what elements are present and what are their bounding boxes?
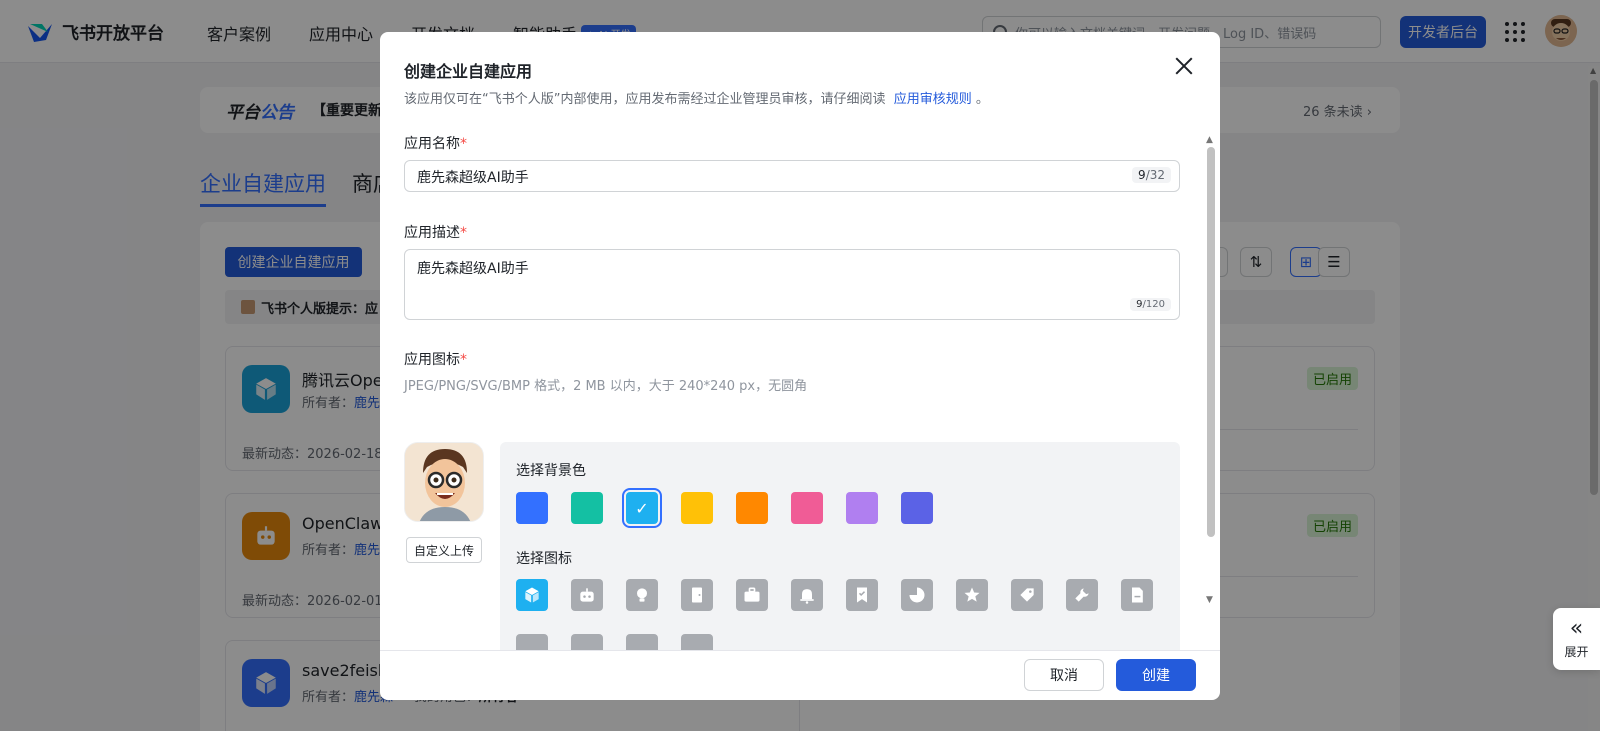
app-icon-label: 应用图标* — [404, 349, 467, 369]
app-desc-max: /120 — [1142, 299, 1165, 310]
create-app-dialog: 创建企业自建应用 该应用仅可在“飞书个人版”内部使用，应用发布需经过企业管理员审… — [380, 32, 1220, 700]
dialog-body: 应用名称* 鹿先森超级AI助手 9/32 应用描述* 鹿先森超级AI助手 9/1… — [380, 127, 1220, 650]
info-icon[interactable] — [681, 634, 713, 650]
wrench-icon[interactable] — [1066, 579, 1098, 611]
app-name-input[interactable]: 鹿先森超级AI助手 9/32 — [404, 160, 1180, 192]
subtitle-end: 。 — [975, 92, 989, 107]
custom-upload-button[interactable]: 自定义上传 — [406, 537, 482, 563]
door-icon[interactable] — [681, 579, 713, 611]
required-mark: * — [460, 352, 467, 368]
cube-icon[interactable] — [516, 579, 548, 611]
app-icon-preview — [404, 442, 484, 522]
app-desc-label-text: 应用描述 — [404, 225, 460, 241]
app-name-label-text: 应用名称 — [404, 136, 460, 152]
user-group-icon[interactable] — [626, 634, 658, 650]
app-icon-label-text: 应用图标 — [404, 352, 460, 368]
robot-icon[interactable] — [571, 579, 603, 611]
bg-color-swatch[interactable] — [736, 492, 768, 524]
expand-side-panel-button[interactable]: « 展开 — [1553, 608, 1600, 670]
dialog-subtitle: 该应用仅可在“飞书个人版”内部使用，应用发布需经过企业管理员审核，请仔细阅读 应… — [404, 88, 989, 107]
bg-color-swatch[interactable] — [681, 492, 713, 524]
cancel-button[interactable]: 取消 — [1024, 659, 1104, 691]
dialog-scrollbar[interactable]: ▲ ▼ — [1206, 135, 1216, 605]
scroll-up-icon[interactable]: ▲ — [1206, 135, 1213, 145]
bg-color-swatch[interactable] — [791, 492, 823, 524]
dialog-footer: 取消 创建 — [380, 650, 1220, 700]
star-icon[interactable] — [956, 579, 988, 611]
bell-icon[interactable] — [791, 579, 823, 611]
dialog-title: 创建企业自建应用 — [404, 62, 533, 81]
bg-color-swatch-selected[interactable]: ✓ — [622, 488, 662, 528]
double-chevron-left-icon: « — [1569, 615, 1584, 641]
icon-picker-panel: 选择背景色 ✓ 选择图标 — [500, 442, 1180, 650]
monitor-icon[interactable] — [571, 634, 603, 650]
required-mark: * — [460, 136, 467, 152]
bg-color-swatch[interactable] — [571, 492, 603, 524]
scroll-down-icon[interactable]: ▼ — [1206, 595, 1213, 605]
bg-color-swatch[interactable] — [846, 492, 878, 524]
app-desc-value: 鹿先森超级AI助手 — [417, 261, 529, 277]
bg-color-swatch[interactable] — [516, 492, 548, 524]
icon-select-label: 选择图标 — [516, 551, 572, 567]
hexagon-icon[interactable] — [516, 634, 548, 650]
app-name-value: 鹿先森超级AI助手 — [417, 170, 529, 186]
app-name-counter: 9/32 — [1132, 167, 1171, 183]
app-icon-hint: JPEG/PNG/SVG/BMP 格式，2 MB 以内，大于 240*240 p… — [404, 379, 808, 394]
subtitle-text: 该应用仅可在“飞书个人版”内部使用，应用发布需经过企业管理员审核，请仔细阅读 — [404, 92, 886, 107]
app-desc-textarea[interactable]: 鹿先森超级AI助手 9/120 — [404, 249, 1180, 320]
review-rules-link[interactable]: 应用审核规则 — [894, 92, 972, 107]
bulb-icon[interactable] — [626, 579, 658, 611]
close-icon[interactable] — [1172, 54, 1196, 78]
bg-color-swatch[interactable] — [901, 492, 933, 524]
dialog-scrollbar-thumb[interactable] — [1207, 147, 1215, 537]
document-icon[interactable] — [1121, 579, 1153, 611]
app-name-max: /32 — [1145, 168, 1165, 182]
app-desc-counter: 9/120 — [1130, 298, 1171, 311]
app-name-count: 9 — [1138, 168, 1146, 182]
pie-icon[interactable] — [901, 579, 933, 611]
bookmark-icon[interactable] — [846, 579, 878, 611]
expand-label: 展开 — [1564, 644, 1589, 659]
check-icon: ✓ — [635, 498, 649, 518]
app-desc-label: 应用描述* — [404, 222, 467, 242]
app-name-label: 应用名称* — [404, 133, 467, 153]
required-mark: * — [460, 225, 467, 241]
tag-icon[interactable] — [1011, 579, 1043, 611]
briefcase-icon[interactable] — [736, 579, 768, 611]
create-button[interactable]: 创建 — [1116, 659, 1196, 691]
bg-color-label: 选择背景色 — [516, 463, 586, 479]
